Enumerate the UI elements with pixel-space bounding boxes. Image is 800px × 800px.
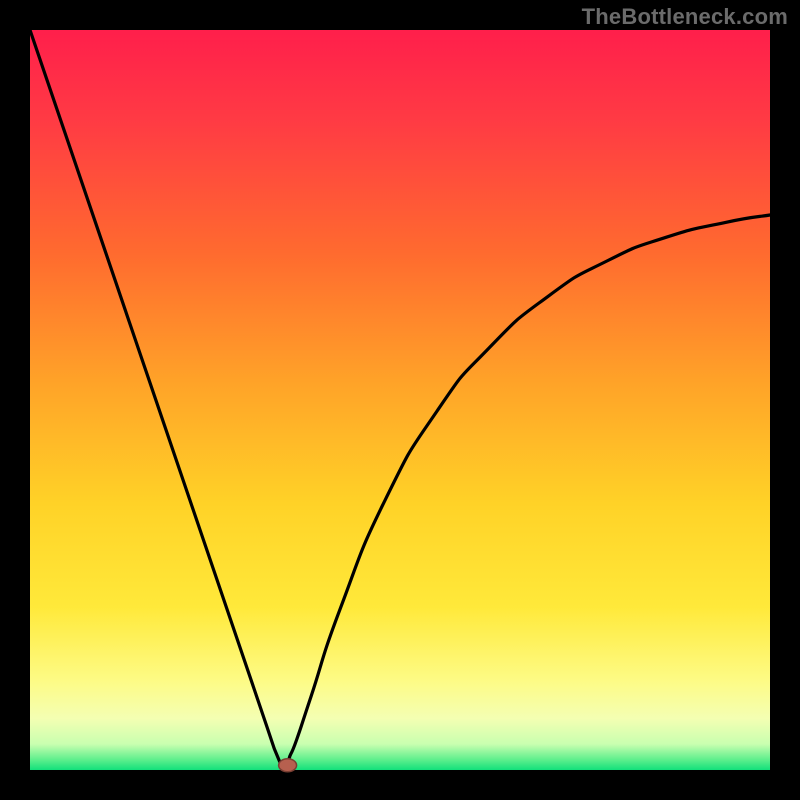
bottleneck-chart	[0, 0, 800, 800]
plot-background	[30, 30, 770, 770]
watermark-text: TheBottleneck.com	[582, 4, 788, 30]
optimal-point-marker	[279, 759, 297, 772]
chart-frame: TheBottleneck.com	[0, 0, 800, 800]
